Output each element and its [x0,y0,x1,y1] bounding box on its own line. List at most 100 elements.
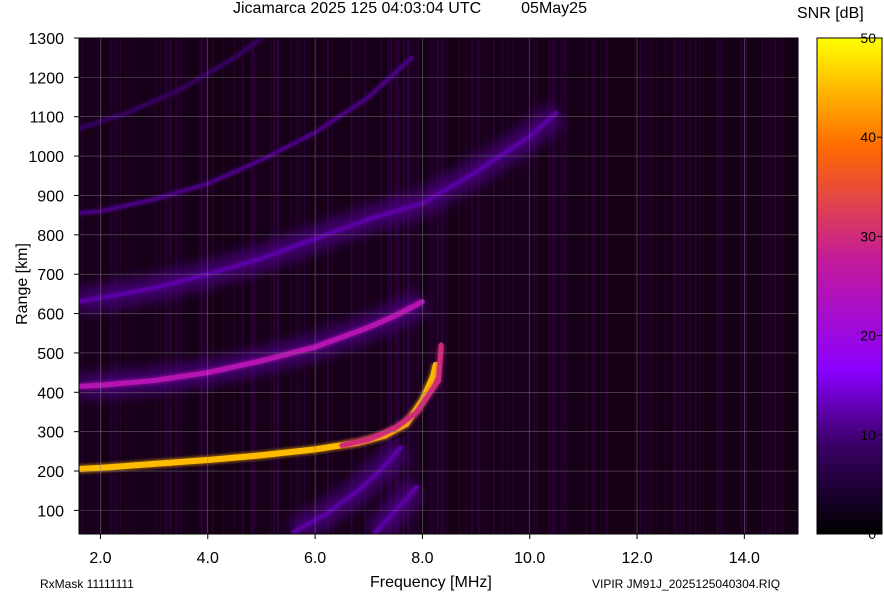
noise-streak [672,38,675,534]
noise-streak [765,38,768,534]
noise-streak [273,38,276,534]
y-tick-label: 700 [37,267,64,284]
noise-streak [768,38,770,534]
noise-streak [370,38,372,534]
noise-streak [683,38,685,534]
colorbar-tick-label: 20 [860,328,876,344]
y-tick-label: 1000 [28,149,64,166]
noise-streak [644,38,646,534]
x-tick-label: 10.0 [514,550,545,567]
noise-streak [585,38,587,534]
y-tick-label: 200 [37,464,64,481]
noise-streak [770,38,772,534]
noise-streak [517,38,519,534]
noise-streak [88,38,90,534]
noise-streak [327,38,329,534]
noise-streak [81,38,84,534]
noise-streak [532,38,534,534]
noise-streak [323,38,326,534]
colorbar-tick-label: 10 [860,427,876,443]
y-tick-label: 500 [37,346,64,363]
x-tick-label: 6.0 [304,550,326,567]
y-tick-label: 1300 [28,31,64,48]
noise-streak [427,38,429,534]
noise-streak [268,38,271,534]
noise-streak [606,38,608,534]
noise-streak [470,38,473,534]
noise-streak [303,38,306,534]
noise-streak [416,38,418,534]
noise-streak [440,38,442,534]
colorbar-tick-label: 0 [868,526,876,542]
x-tick-label: 2.0 [89,550,111,567]
noise-streak [563,38,566,534]
noise-streak [290,38,292,534]
y-tick-label: 800 [37,228,64,245]
noise-streak [594,38,596,534]
noise-streak [338,38,340,534]
noise-streak [352,38,354,534]
x-ticks: 2.0 4.0 6.0 8.0 10.0 12.0 14.0 [89,534,760,567]
noise-streak [479,38,481,534]
noise-streak [664,38,667,534]
noise-streak [648,38,650,534]
noise-streak [512,38,515,534]
noise-streak [430,38,432,534]
y-tick-label: 900 [37,188,64,205]
y-tick-label: 300 [37,425,64,442]
noise-streak [656,38,658,534]
noise-streak [702,38,705,534]
x-tick-label: 8.0 [411,550,433,567]
y-tick-label: 1200 [28,70,64,87]
noise-streak [688,38,691,534]
noise-streak [740,38,743,534]
noise-streak [651,38,653,534]
y-ticks: 100 200 300 400 500 600 700 800 900 1000 1100 1200 1… [28,31,79,520]
noise-streak [562,38,564,534]
noise-streak [600,38,602,534]
noise-streak [442,38,444,534]
noise-streak [674,38,677,534]
noise-streak [781,38,783,534]
x-tick-label: 12.0 [621,550,652,567]
noise-streak [782,38,785,534]
noise-streak [492,38,495,534]
noise-streak [331,38,333,534]
noise-streak [486,38,489,534]
noise-streak [277,38,279,534]
x-tick-label: 14.0 [729,550,760,567]
noise-streak [533,38,536,534]
noise-streak [295,38,298,534]
noise-streak [560,38,562,534]
noise-streak [270,38,272,534]
noise-streak [762,38,764,534]
noise-streak [699,38,701,534]
ionogram-chart: 2.0 4.0 6.0 8.0 10.0 12.0 14.0 100200300400500… [28,30,883,567]
noise-streak [694,38,697,534]
noise-streak [477,38,480,534]
noise-streak [413,38,416,534]
noise-streak [434,38,436,534]
noise-streak [565,38,567,534]
noise-streak [289,38,291,534]
noise-streak [422,38,424,534]
noise-streak [679,38,682,534]
noise-streak [298,38,301,534]
y-tick-label: 100 [37,503,64,520]
colorbar [816,37,883,535]
noise-streak [507,38,509,534]
colorbar-tick-label: 40 [860,129,876,145]
noise-streak [524,38,526,534]
noise-streak [778,38,781,534]
y-tick-label: 400 [37,385,64,402]
noise-streak [417,38,420,534]
noise-streak [719,38,721,534]
noise-streak [591,38,594,534]
y-tick-label: 600 [37,307,64,324]
noise-streak [316,38,318,534]
noise-streak [358,38,360,534]
x-tick-label: 4.0 [197,550,219,567]
noise-streak [482,38,485,534]
noise-streak [464,38,467,534]
noise-streak [634,38,636,534]
